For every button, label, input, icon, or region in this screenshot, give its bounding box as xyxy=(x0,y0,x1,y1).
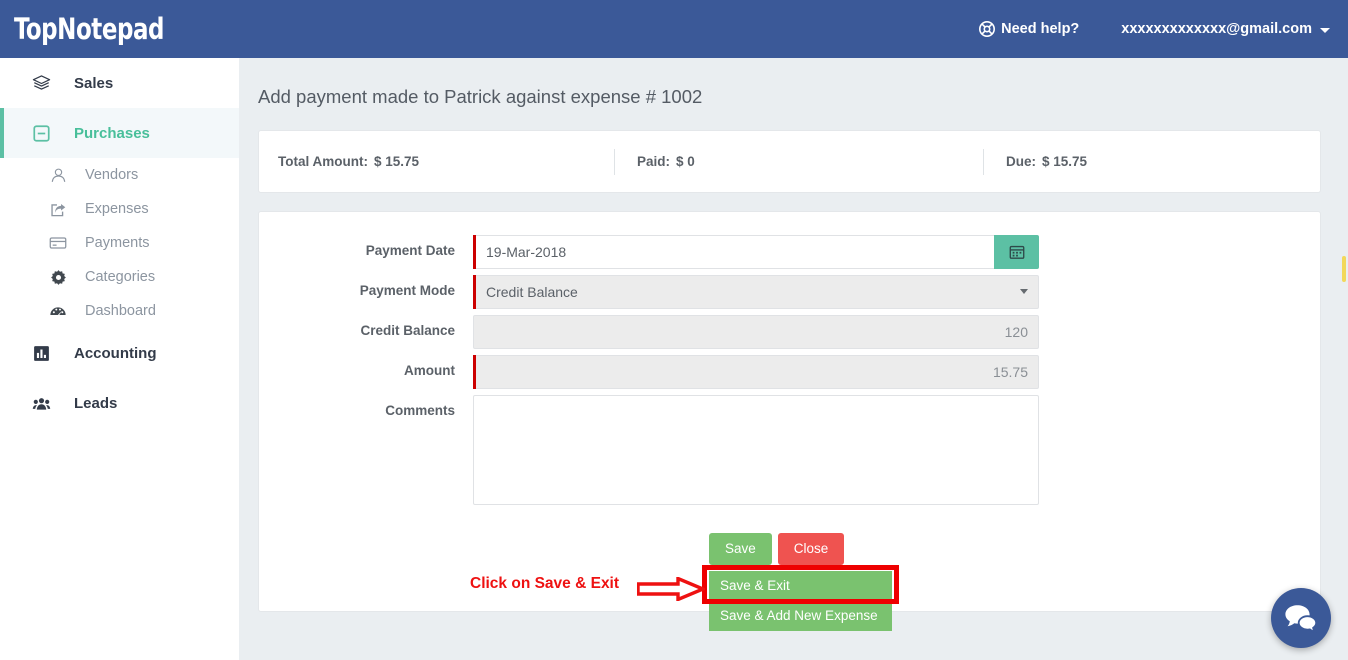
users-group-icon xyxy=(28,394,54,413)
sidebar-item-sales[interactable]: Sales xyxy=(0,58,239,108)
tachometer-icon xyxy=(45,302,71,320)
summary-total-amount: Total Amount: $ 15.75 xyxy=(278,154,614,169)
comments-label: Comments xyxy=(385,403,455,418)
sidebar-subitem-vendors[interactable]: Vendors xyxy=(0,158,239,192)
app-logo[interactable]: TopNotepad xyxy=(14,11,165,46)
comments-textarea[interactable] xyxy=(473,395,1039,505)
amount-control xyxy=(473,355,1039,389)
life-ring-icon xyxy=(979,21,996,37)
sidebar-subitem-dashboard-label: Dashboard xyxy=(85,303,156,319)
main-scrollbar-track[interactable] xyxy=(1339,58,1348,660)
field-row-comments: Comments xyxy=(259,395,1320,510)
summary-paid-label: Paid: xyxy=(637,154,671,169)
chat-bubbles-icon xyxy=(1285,605,1318,633)
sidebar-subitem-expenses-label: Expenses xyxy=(85,201,149,217)
payment-mode-select[interactable]: Credit Balance xyxy=(473,275,1039,309)
sidebar-nav: Sales Purchases Vendors Expenses Payment… xyxy=(0,58,239,660)
required-marker-payment-mode xyxy=(473,275,476,309)
save-and-exit-menu-item[interactable]: Save & Exit xyxy=(709,571,892,601)
credit-card-icon xyxy=(45,234,71,252)
amount-input[interactable] xyxy=(473,355,1039,389)
required-marker-amount xyxy=(473,355,476,389)
payment-form-card: Payment Date Payment xyxy=(258,211,1321,631)
field-row-payment-date: Payment Date xyxy=(259,235,1320,269)
sidebar-subitem-vendors-label: Vendors xyxy=(85,167,139,183)
summary-divider-2 xyxy=(983,148,984,175)
page-title: Add payment made to Patrick against expe… xyxy=(258,86,703,107)
payment-mode-selected-value: Credit Balance xyxy=(486,284,578,300)
close-button[interactable]: Close xyxy=(777,533,845,565)
sidebar-subitem-dashboard[interactable]: Dashboard xyxy=(0,294,239,328)
field-row-amount: Amount xyxy=(259,355,1320,389)
payment-mode-control: Credit Balance xyxy=(473,275,1039,309)
primary-button-row: Save Close xyxy=(709,533,845,565)
logo-text-top: Top xyxy=(14,11,58,46)
sidebar-subitem-expenses[interactable]: Expenses xyxy=(0,192,239,226)
minus-square-icon xyxy=(28,124,54,142)
sidebar-item-purchases[interactable]: Purchases xyxy=(0,108,239,158)
credit-balance-input xyxy=(473,315,1039,349)
field-row-payment-mode: Payment Mode Credit Balance xyxy=(259,275,1320,309)
payment-date-control xyxy=(473,235,1039,269)
summary-paid: Paid: $ 0 xyxy=(637,154,983,169)
bar-chart-icon xyxy=(28,345,54,362)
user-email-label: xxxxxxxxxxxxx@gmail.com xyxy=(1121,21,1312,37)
summary-due-label: Due: xyxy=(1006,154,1036,169)
scrollbar-marker[interactable] xyxy=(1342,256,1346,282)
summary-paid-value: $ 0 xyxy=(676,154,695,169)
credit-balance-label: Credit Balance xyxy=(360,323,455,338)
sidebar-item-sales-label: Sales xyxy=(74,74,114,92)
right-arrow-annotation-icon xyxy=(637,577,705,601)
sidebar-subitem-payments-label: Payments xyxy=(85,235,150,251)
annotation-instruction-text: Click on Save & Exit xyxy=(470,575,620,592)
summary-due-value: $ 15.75 xyxy=(1042,154,1088,169)
sidebar-item-accounting-label: Accounting xyxy=(74,344,157,362)
user-account-menu[interactable]: xxxxxxxxxxxxx@gmail.com xyxy=(1121,21,1330,37)
need-help-label: Need help? xyxy=(1001,21,1080,37)
sidebar-item-accounting[interactable]: Accounting xyxy=(0,328,239,378)
save-button[interactable]: Save xyxy=(709,533,772,565)
user-icon xyxy=(45,167,71,184)
share-export-icon xyxy=(45,201,71,218)
sidebar-subitem-payments[interactable]: Payments xyxy=(0,226,239,260)
gear-icon xyxy=(45,269,71,286)
save-dropdown-menu: Save & Exit Save & Add New Expense xyxy=(709,571,892,631)
caret-down-icon xyxy=(1320,27,1330,33)
payment-date-input[interactable] xyxy=(473,235,994,269)
summary-total-label: Total Amount: xyxy=(278,154,368,169)
sidebar-subitem-categories-label: Categories xyxy=(85,269,156,285)
save-and-add-new-expense-menu-item[interactable]: Save & Add New Expense xyxy=(709,601,892,631)
comments-control xyxy=(473,395,1039,510)
required-marker-payment-date xyxy=(473,235,476,269)
payment-mode-label: Payment Mode xyxy=(359,283,455,298)
chat-widget-button[interactable] xyxy=(1271,588,1331,648)
form-actions: Save Close Save & Exit Save & Add New Ex… xyxy=(259,533,1320,643)
credit-balance-control xyxy=(473,315,1039,349)
sidebar-item-purchases-label: Purchases xyxy=(74,124,150,142)
payment-summary-card: Total Amount: $ 15.75 Paid: $ 0 Due: $ 1… xyxy=(258,130,1321,193)
summary-total-value: $ 15.75 xyxy=(373,154,420,169)
chevron-down-icon xyxy=(1020,289,1028,294)
amount-label: Amount xyxy=(404,363,455,378)
sidebar-item-leads[interactable]: Leads xyxy=(0,378,239,428)
app-header: TopNotepad Need help? xxxxxxxxxxxxx@gmai… xyxy=(0,0,1348,58)
payment-date-calendar-button[interactable] xyxy=(994,235,1039,269)
sidebar-item-leads-label: Leads xyxy=(74,394,118,412)
layers-icon xyxy=(28,74,54,93)
logo-text-notepad: Notepad xyxy=(57,11,165,46)
payment-date-label: Payment Date xyxy=(365,243,455,258)
header-right-group: Need help? xxxxxxxxxxxxx@gmail.com xyxy=(979,21,1330,37)
need-help-link[interactable]: Need help? xyxy=(979,21,1079,37)
summary-divider-1 xyxy=(614,148,615,175)
sidebar-subitem-categories[interactable]: Categories xyxy=(0,260,239,294)
main-content: Add payment made to Patrick against expe… xyxy=(239,58,1348,660)
summary-due: Due: $ 15.75 xyxy=(1006,154,1087,169)
calendar-icon xyxy=(1009,245,1024,259)
field-row-credit-balance: Credit Balance xyxy=(259,315,1320,349)
